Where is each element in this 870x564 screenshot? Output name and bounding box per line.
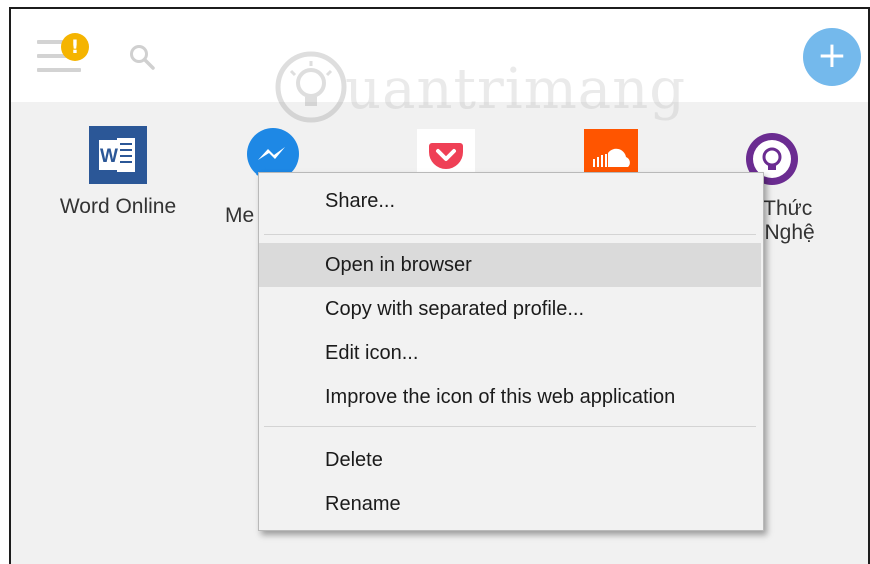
add-button[interactable]: + <box>803 28 861 86</box>
menu-item-edit-icon[interactable]: Edit icon... <box>259 331 761 375</box>
app-label: Me <box>225 204 255 227</box>
menu-item-open-in-browser[interactable]: Open in browser <box>259 243 761 287</box>
menu-separator <box>264 426 756 427</box>
menu-item-improve-icon[interactable]: Improve the icon of this web application <box>259 375 761 419</box>
search-icon[interactable] <box>127 42 157 72</box>
word-icon: W <box>89 126 147 184</box>
svg-text:W: W <box>100 146 118 167</box>
top-bar: ! + <box>11 9 868 102</box>
warning-badge-icon[interactable]: ! <box>61 33 89 61</box>
app-tile-word-online[interactable]: W Word Online <box>49 126 187 219</box>
menu-item-share[interactable]: Share... <box>259 179 761 223</box>
app-label: Word Online <box>59 195 177 218</box>
menu-item-rename[interactable]: Rename <box>259 482 761 526</box>
context-menu: Share... Open in browser Copy with separ… <box>258 172 764 531</box>
menu-item-delete[interactable]: Delete <box>259 438 761 482</box>
menu-separator <box>264 234 756 235</box>
menu-item-copy-separated-profile[interactable]: Copy with separated profile... <box>259 287 761 331</box>
